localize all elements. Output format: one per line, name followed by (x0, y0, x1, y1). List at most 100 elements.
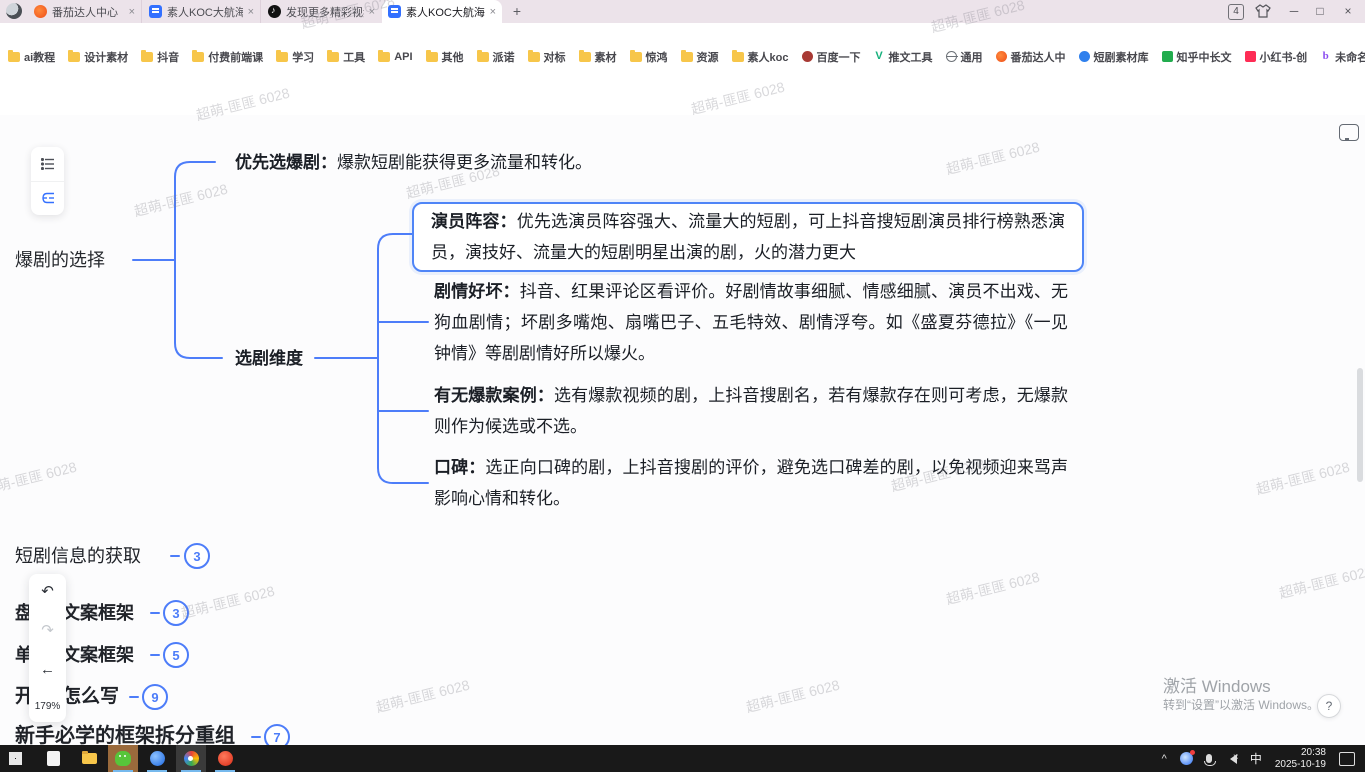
microphone-icon[interactable] (1206, 754, 1212, 763)
mindmap-view-button[interactable] (31, 181, 64, 216)
folder-icon (192, 52, 204, 62)
tab-title: 番茄达人中心 (52, 4, 124, 20)
folder-icon (327, 52, 339, 62)
taskbar-clock[interactable]: 20:382025-10-19 (1275, 747, 1326, 771)
tray-browser-icon[interactable] (1180, 752, 1193, 765)
folder-icon (141, 52, 153, 62)
bookmark-folder[interactable]: 派诺 (477, 49, 515, 65)
system-tray: ^ 中 20:382025-10-19 (1162, 747, 1365, 771)
bookmark-folder[interactable]: 付费前端课 (192, 49, 263, 65)
start-button[interactable] (0, 745, 30, 772)
folder-icon (426, 52, 438, 62)
taskbar-notepad[interactable] (38, 745, 68, 772)
taskbar-color-browser[interactable] (176, 745, 206, 772)
badge-connector (129, 696, 139, 698)
mindmap-node-hit-cases[interactable]: 有无爆款案例：选有爆款视频的剧，上抖音搜剧名，若有爆款存在则可考虑，无爆款则作为… (434, 380, 1068, 442)
bookmark-folder[interactable]: 素人koc (732, 49, 789, 65)
tab-count-badge[interactable]: 4 (1228, 4, 1244, 20)
collapsed-count-badge[interactable]: 3 (163, 600, 189, 626)
bookmark-fanqie[interactable]: 番茄达人中 (996, 49, 1066, 65)
window-close-button[interactable]: × (1336, 0, 1360, 22)
tab-douyin-search[interactable]: 发现更多精彩视频 - 抖音搜索 × (262, 0, 381, 23)
mindmap-node-priority[interactable]: 优先选爆剧：爆款短剧能获得更多流量和转化。 (235, 147, 592, 178)
window-maximize-button[interactable]: □ (1308, 0, 1332, 22)
mindmap-node-plot[interactable]: 剧情好坏：抖音、红果评论区看评价。好剧情故事细腻、情感细腻、演员不出戏、无狗血剧… (434, 276, 1068, 369)
tab-close-icon[interactable]: × (129, 6, 135, 18)
bookmark-folder[interactable]: API (378, 51, 412, 63)
bookmark-folder[interactable]: 惊鸿 (630, 49, 668, 65)
theme-skin-icon[interactable] (1255, 4, 1271, 18)
mindmap-node-roundup-framework[interactable]: 文案框架 (62, 600, 134, 626)
tomato-icon (996, 51, 1007, 62)
mindmap-node-actors-selected[interactable]: 演员阵容：优先选演员阵容强大、流量大的短剧，可上抖音搜短剧演员排行榜熟悉演员，演… (412, 202, 1084, 272)
bookmark-duanju[interactable]: 短剧素材库 (1079, 49, 1149, 65)
tab-close-icon[interactable]: × (369, 6, 375, 18)
baidu-paw-icon (802, 51, 813, 62)
bookmark-folder[interactable]: 工具 (327, 49, 365, 65)
mindmap-node-opening-writing[interactable]: 怎么写 (62, 683, 119, 710)
mindmap-node-framework-recombine[interactable]: 新手必学的框架拆分重组 (15, 722, 235, 745)
vertical-scrollbar[interactable] (1357, 368, 1363, 482)
bookmark-tweet-tool[interactable]: V推文工具 (874, 49, 933, 65)
bookmark-folder[interactable]: 其他 (426, 49, 464, 65)
mindmap-canvas[interactable]: 爆剧的选择 优先选爆剧：爆款短剧能获得更多流量和转化。 选剧维度 演员阵容：优先… (0, 115, 1365, 745)
volume-muted-icon[interactable] (1225, 754, 1237, 764)
taskbar-blue-browser[interactable] (142, 745, 172, 772)
bookmark-folder[interactable]: 资源 (681, 49, 719, 65)
tab-feishu-course-1[interactable]: 素人KOC大航海计划第二期课 × (143, 0, 261, 23)
bookmark-unnamed[interactable]: b未命名文件 (1320, 49, 1365, 65)
collapsed-count-badge[interactable]: 9 (142, 684, 168, 710)
mindmap-node-dimension[interactable]: 选剧维度 (235, 343, 303, 374)
bookmark-folder[interactable]: 学习 (276, 49, 314, 65)
bookmark-xiaohongshu[interactable]: 小红书-创 (1245, 49, 1308, 65)
blue-dot-icon (1079, 51, 1090, 62)
ime-indicator[interactable]: 中 (1250, 750, 1262, 767)
mindmap-node-episode-framework[interactable]: 文案框架 (62, 642, 134, 668)
blue-app-icon (150, 751, 165, 766)
bookmark-general[interactable]: 通用 (946, 49, 983, 65)
redo-icon[interactable]: ↷ (41, 623, 54, 638)
mindmap-node-info-gathering[interactable]: 短剧信息的获取 (15, 543, 141, 569)
folder-icon (528, 52, 540, 62)
browser-profile-avatar[interactable] (6, 3, 22, 19)
collapsed-count-badge[interactable]: 5 (163, 642, 189, 668)
window-minimize-button[interactable]: ─ (1282, 0, 1306, 22)
activate-windows-subtext: 转到“设置”以激活 Windows。 (1163, 696, 1319, 713)
bookmark-folder[interactable]: ai教程 (8, 49, 55, 65)
bookmark-folder[interactable]: 抖音 (141, 49, 179, 65)
tab-close-icon[interactable]: × (248, 6, 254, 18)
collapsed-count-badge[interactable]: 3 (184, 543, 210, 569)
tab-feishu-course-active[interactable]: 素人KOC大航海计划第二期课 × (382, 0, 502, 23)
tab-fanqie-center[interactable]: 番茄达人中心 × (28, 0, 142, 23)
help-button[interactable]: ? (1317, 694, 1341, 718)
douyin-favicon (268, 5, 281, 18)
outline-view-button[interactable] (31, 147, 64, 181)
canvas-toolbar: ↶ ↷ ← 179% (29, 574, 66, 722)
view-switcher-panel (31, 147, 64, 215)
badge-connector (150, 654, 160, 656)
bookmark-folder[interactable]: 对标 (528, 49, 566, 65)
locate-back-icon[interactable]: ← (40, 662, 55, 677)
mindmap-node-reputation[interactable]: 口碑：选正向口碑的剧，上抖音搜剧的评价，避免选口碑差的剧，以免视频迎来骂声影响心… (434, 452, 1068, 514)
bookmark-zhihu[interactable]: 知乎中长文 (1162, 49, 1232, 65)
notepad-icon (47, 751, 60, 766)
taskbar-red-app[interactable] (210, 745, 240, 772)
mindmap-root-node[interactable]: 爆剧的选择 (15, 245, 105, 276)
tray-expand-icon[interactable]: ^ (1162, 753, 1167, 765)
taskbar-wechat[interactable] (108, 745, 138, 772)
new-tab-button[interactable]: + (508, 2, 526, 20)
bookmark-baidu[interactable]: 百度一下 (802, 49, 861, 65)
globe-icon (946, 51, 957, 62)
folder-icon (68, 52, 80, 62)
presentation-mode-icon[interactable] (1339, 124, 1359, 141)
badge-connector (251, 736, 261, 738)
tab-close-icon[interactable]: × (490, 6, 496, 18)
browser-address-bar: ← → ↻ ⌂ Ai https://ft6vgl737z.feishu.cn/… (0, 23, 1365, 46)
bookmark-folder[interactable]: 设计素材 (68, 49, 128, 65)
taskbar-file-explorer[interactable] (74, 745, 104, 772)
bookmark-folder[interactable]: 素材 (579, 49, 617, 65)
action-center-icon[interactable] (1339, 752, 1355, 766)
collapsed-count-badge[interactable]: 7 (264, 724, 290, 745)
zoom-level[interactable]: 179% (35, 701, 61, 712)
undo-icon[interactable]: ↶ (41, 584, 54, 599)
